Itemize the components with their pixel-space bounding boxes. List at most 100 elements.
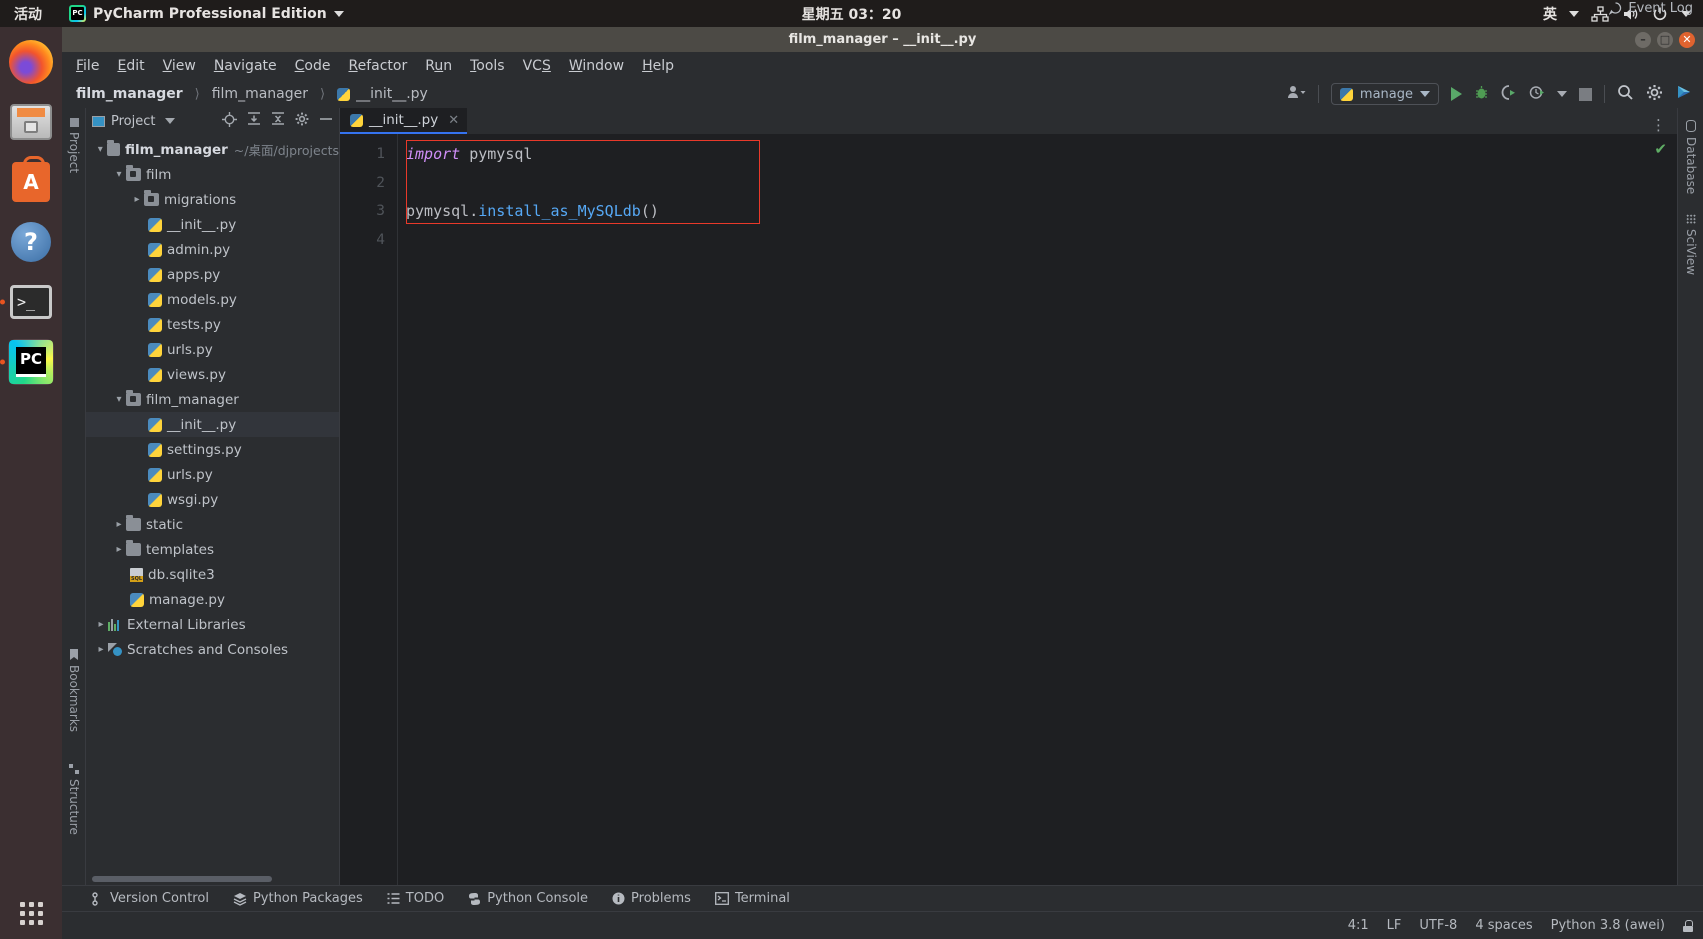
breadcrumb-item-2[interactable]: __init__.py [356,86,428,102]
chevron-right-icon[interactable]: ▸ [130,194,144,205]
chevron-down-icon[interactable] [165,118,176,124]
hide-panel-icon[interactable] [319,112,333,130]
menu-run[interactable]: Run [425,58,452,74]
activities-button[interactable]: 活动 [14,4,42,24]
bottom-tab-version-control[interactable]: Version Control [92,891,209,906]
sidebar-item-structure[interactable]: Structure [62,758,86,841]
breadcrumb-item-1[interactable]: film_manager [212,86,308,102]
bottom-tab-todo[interactable]: TODO [387,891,444,906]
updates-icon[interactable] [1675,83,1693,105]
indent-setting[interactable]: 4 spaces [1475,918,1532,933]
dock-item-help[interactable]: ? [8,219,54,265]
python-interpreter[interactable]: Python 3.8 (awei) [1551,918,1665,933]
expand-all-icon[interactable] [247,112,261,130]
menu-edit[interactable]: Edit [117,58,144,74]
tree-row-models[interactable]: models.py [86,287,339,312]
bottom-tab-python-packages[interactable]: Python Packages [233,891,363,906]
event-log-button[interactable]: Event Log [1609,1,1693,16]
file-encoding[interactable]: UTF-8 [1419,918,1457,933]
locate-icon[interactable] [222,111,237,131]
tree-row-db-sqlite3[interactable]: db.sqlite3 [86,562,339,587]
chevron-down-icon[interactable]: ▾ [112,169,126,180]
dock-item-terminal[interactable]: >_ [0,279,54,325]
tree-row-tests[interactable]: tests.py [86,312,339,337]
tree-row-scratches-and-consoles[interactable]: ▸ Scratches and Consoles [86,637,339,662]
tree-row-views[interactable]: views.py [86,362,339,387]
app-menu[interactable]: PyCharm Professional Edition [69,5,344,22]
lock-icon[interactable] [1683,919,1693,932]
code-editor[interactable]: 1 2 3 4 import pymysql pymysql.install_a… [340,134,1677,885]
settings-gear-icon[interactable] [295,112,309,130]
tree-row-admin[interactable]: admin.py [86,237,339,262]
tree-row-static[interactable]: ▸ static [86,512,339,537]
run-configuration-selector[interactable]: manage [1330,83,1439,105]
bottom-tab-terminal[interactable]: Terminal [715,891,790,906]
tree-row-film[interactable]: ▾ film [86,162,339,187]
menu-window[interactable]: Window [569,58,624,74]
maximize-button[interactable]: □ [1657,31,1673,48]
menu-code[interactable]: Code [295,58,331,74]
tree-row-film-manager-root[interactable]: ▾ film_manager ~/桌面/djprojects [86,137,339,162]
tree-row-migrations[interactable]: ▸ migrations [86,187,339,212]
user-account-icon[interactable] [1286,85,1306,103]
input-method-indicator[interactable]: 英 [1543,4,1557,24]
line-separator[interactable]: LF [1387,918,1402,933]
collapse-all-icon[interactable] [271,112,285,130]
tree-row-film-urls[interactable]: urls.py [86,337,339,362]
show-applications-button[interactable] [19,902,43,925]
close-icon[interactable]: ✕ [448,113,459,128]
sidebar-item-bookmarks[interactable]: Bookmarks [62,643,86,738]
menu-tools[interactable]: Tools [470,58,505,74]
profile-button[interactable] [1529,85,1545,104]
tree-row-film-init[interactable]: __init__.py [86,212,339,237]
caret-position[interactable]: 4:1 [1348,918,1369,933]
sidebar-item-project[interactable]: Project [62,112,86,179]
search-everywhere-icon[interactable] [1617,84,1634,105]
run-with-coverage-button[interactable] [1501,84,1517,104]
project-panel-title[interactable]: Project [92,114,176,129]
tree-row-apps[interactable]: apps.py [86,262,339,287]
chevron-right-icon[interactable]: ▸ [112,519,126,530]
tree-row-manage[interactable]: manage.py [86,587,339,612]
debug-button[interactable] [1474,85,1489,104]
inspection-ok-icon[interactable]: ✔ [1654,140,1667,158]
tree-row-external-libraries[interactable]: ▸ External Libraries [86,612,339,637]
tree-row-templates[interactable]: ▸ templates [86,537,339,562]
tree-row-film-manager-pkg[interactable]: ▾ film_manager [86,387,339,412]
chevron-down-icon[interactable] [1557,91,1567,97]
tree-row-wsgi[interactable]: wsgi.py [86,487,339,512]
network-icon[interactable] [1591,5,1609,23]
dock-item-pycharm[interactable] [0,339,54,385]
sidebar-item-database[interactable]: Database [1678,112,1703,202]
settings-gear-icon[interactable] [1646,84,1663,105]
chevron-down-icon[interactable] [1569,10,1579,17]
chevron-right-icon[interactable]: ▸ [94,644,108,655]
dock-item-files[interactable] [8,99,54,145]
menu-help[interactable]: Help [642,58,674,74]
menu-view[interactable]: View [163,58,196,74]
bottom-tab-python-console[interactable]: Python Console [468,891,588,906]
dock-item-firefox[interactable] [8,39,54,85]
minimize-button[interactable]: – [1635,31,1651,48]
run-button[interactable] [1451,87,1462,101]
menu-navigate[interactable]: Navigate [214,58,277,74]
stop-button[interactable] [1579,87,1592,101]
dock-item-ubuntu-software[interactable] [8,156,54,205]
editor-options-icon[interactable]: ⋮ [1651,116,1667,134]
chevron-down-icon[interactable]: ▾ [94,144,107,155]
chevron-right-icon[interactable]: ▸ [112,544,126,555]
menu-file[interactable]: File [76,58,99,74]
sidebar-item-sciview[interactable]: SciView [1678,206,1703,283]
tree-row-selected-init[interactable]: __init__.py [86,412,339,437]
tree-row-pkg-urls[interactable]: urls.py [86,462,339,487]
bottom-tab-problems[interactable]: Problems [612,891,691,906]
chevron-right-icon[interactable]: ▸ [94,619,108,630]
close-button[interactable]: ✕ [1679,31,1695,48]
menu-refactor[interactable]: Refactor [348,58,407,74]
code-content[interactable]: import pymysql pymysql.install_as_MySQLd… [398,134,1677,885]
chevron-down-icon[interactable]: ▾ [112,394,126,405]
menu-vcs[interactable]: VCS [523,58,551,74]
project-panel-horizontal-scrollbar[interactable] [86,873,339,885]
breadcrumb-item-0[interactable]: film_manager [76,86,183,102]
tree-row-settings[interactable]: settings.py [86,437,339,462]
